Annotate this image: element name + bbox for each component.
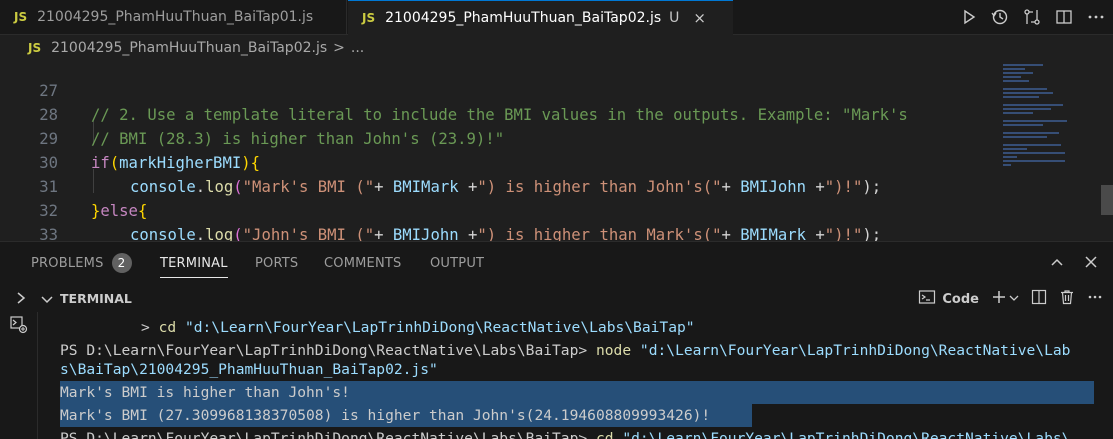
terminal-line: s\BaiTap\21004295_PhamHuuThuan_BaiTap02.… <box>60 358 438 381</box>
close-tab-icon[interactable]: × <box>693 9 706 27</box>
minimap-line <box>1003 108 1051 110</box>
terminal-output[interactable]: > cd "d:\Learn\FourYear\LapTrinhDiDong\R… <box>37 312 1113 439</box>
js-file-icon: JS <box>362 11 376 25</box>
tab-comments[interactable]: COMMENTS <box>324 242 401 286</box>
terminal-toolbar: Code <box>918 286 1103 312</box>
code-line: 31 }else{ <box>0 151 1000 220</box>
minimap-line <box>1003 148 1027 150</box>
code-line: 28 // BMI (28.3) is higher than John's (… <box>0 79 1000 148</box>
untracked-flag: U <box>669 10 680 26</box>
minimap-line <box>1003 64 1043 66</box>
prompt-arrow: > <box>141 319 159 336</box>
editor-actions <box>961 0 1105 34</box>
minimap-line <box>1003 76 1021 78</box>
command: cd <box>158 319 177 336</box>
breadcrumb-file[interactable]: 21004295_PhamHuuThuan_BaiTap02.js <box>51 40 327 56</box>
terminal-profile-label[interactable]: Code <box>942 292 979 307</box>
editor-scroll-thumb[interactable] <box>1101 185 1113 215</box>
breadcrumb-more[interactable]: ... <box>351 40 364 56</box>
minimap-line <box>1003 80 1029 82</box>
breadcrumb-separator: > <box>333 40 345 56</box>
code-line: 32 console.log("John's BMI ("+ BMIJohn +… <box>0 175 1000 244</box>
terminal-line: > cd "d:\Learn\FourYear\LapTrinhDiDong\R… <box>141 316 695 339</box>
tab-label: 21004295_PhamHuuThuan_BaiTap01.js <box>37 9 314 25</box>
code-line: 30 console.log("Mark's BMI ("+ BMIMark +… <box>0 127 1000 196</box>
history-icon[interactable] <box>991 8 1009 26</box>
minimap-line <box>1003 96 1039 98</box>
js-file-icon: JS <box>28 41 42 55</box>
new-terminal-icon[interactable] <box>991 289 1007 309</box>
tab-label: PROBLEMS <box>31 256 104 271</box>
code-line: 27 // 2. Use a template literal to inclu… <box>0 55 1000 124</box>
chevron-down-icon[interactable] <box>40 292 54 311</box>
tab-output[interactable]: OUTPUT <box>430 242 484 286</box>
more-actions-icon[interactable] <box>1087 289 1103 309</box>
tab-baitap02[interactable]: JS 21004295_PhamHuuThuan_BaiTap02.js U × <box>348 0 733 35</box>
trash-icon[interactable] <box>1059 289 1075 309</box>
tab-label: 21004295_PhamHuuThuan_BaiTap02.js <box>385 10 662 26</box>
command-argument: "d:\Learn\FourYear\LapTrinhDiDong\ReactN… <box>184 319 695 336</box>
minimap-line <box>1003 120 1067 122</box>
code-editor[interactable]: 27 // 2. Use a template literal to inclu… <box>0 61 1113 268</box>
minimap-line <box>1003 88 1047 90</box>
terminal-title: TERMINAL <box>60 291 132 306</box>
minimap-line <box>1003 152 1065 154</box>
minimap-line <box>1003 112 1033 114</box>
minimap-line <box>1003 156 1017 158</box>
command-argument: s\BaiTap\21004295_PhamHuuThuan_BaiTap02.… <box>60 361 438 378</box>
terminal-line: Mark's BMI (27.309968138370508) is highe… <box>60 404 710 427</box>
minimap-line <box>1003 68 1025 70</box>
minimap[interactable] <box>1003 62 1098 172</box>
minimap-line <box>1003 104 1063 106</box>
terminal-header: TERMINAL Code <box>0 286 1113 312</box>
bottom-panel: PROBLEMS 2 TERMINAL PORTS COMMENTS OUTPUT… <box>0 241 1113 439</box>
code-line: 29 if(markHigherBMI){ <box>0 103 1000 172</box>
terminal-line: Mark's BMI is higher than John's! <box>60 381 350 404</box>
tab-ports[interactable]: PORTS <box>255 242 298 286</box>
command-argument: "d:\Learn\FourYear\LapTrinhDiDong\ReactN… <box>639 342 1071 359</box>
terminal-line: PS D:\Learn\FourYear\LapTrinhDiDong\Reac… <box>60 427 1070 439</box>
panel-tabs: PROBLEMS 2 TERMINAL PORTS COMMENTS OUTPUT <box>0 242 1113 286</box>
terminal-gutter <box>0 312 38 439</box>
more-actions-icon[interactable] <box>1087 8 1105 26</box>
tab-baitap01[interactable]: JS 21004295_PhamHuuThuan_BaiTap01.js <box>0 0 347 34</box>
minimap-line <box>1003 72 1033 74</box>
js-file-icon: JS <box>14 10 28 24</box>
minimap-line <box>1003 92 1053 94</box>
command: node <box>595 342 632 359</box>
terminal-dropdown-icon[interactable] <box>1009 292 1019 307</box>
program-output: Mark's BMI is higher than John's! <box>60 384 350 401</box>
tab-problems[interactable]: PROBLEMS 2 <box>31 242 132 286</box>
prompt: PS D:\Learn\FourYear\LapTrinhDiDong\Reac… <box>60 342 596 359</box>
run-icon[interactable] <box>961 9 977 25</box>
minimap-line <box>1003 164 1011 166</box>
problems-count-badge: 2 <box>111 253 132 273</box>
editor-tab-bar: JS 21004295_PhamHuuThuan_BaiTap01.js JS … <box>0 0 1113 35</box>
split-terminal-icon[interactable] <box>1031 289 1047 309</box>
maximize-panel-icon[interactable] <box>1049 254 1065 274</box>
close-panel-icon[interactable] <box>1083 254 1099 274</box>
chevron-right-icon[interactable] <box>14 290 28 310</box>
minimap-line <box>1003 136 1047 138</box>
program-output: Mark's BMI (27.309968138370508) is highe… <box>60 407 711 424</box>
split-editor-icon[interactable] <box>1055 8 1073 26</box>
minimap-line <box>1003 124 1043 126</box>
panel-actions <box>1049 242 1099 286</box>
terminal-profile-icon[interactable] <box>918 289 936 309</box>
minimap-line <box>1003 160 1065 162</box>
minimap-line <box>1003 144 1061 146</box>
debug-terminal-icon[interactable] <box>10 316 28 338</box>
compare-changes-icon[interactable] <box>1023 8 1041 26</box>
tab-terminal[interactable]: TERMINAL <box>160 242 228 286</box>
minimap-line <box>1003 132 1059 134</box>
code-line: 33 } <box>0 199 1000 268</box>
